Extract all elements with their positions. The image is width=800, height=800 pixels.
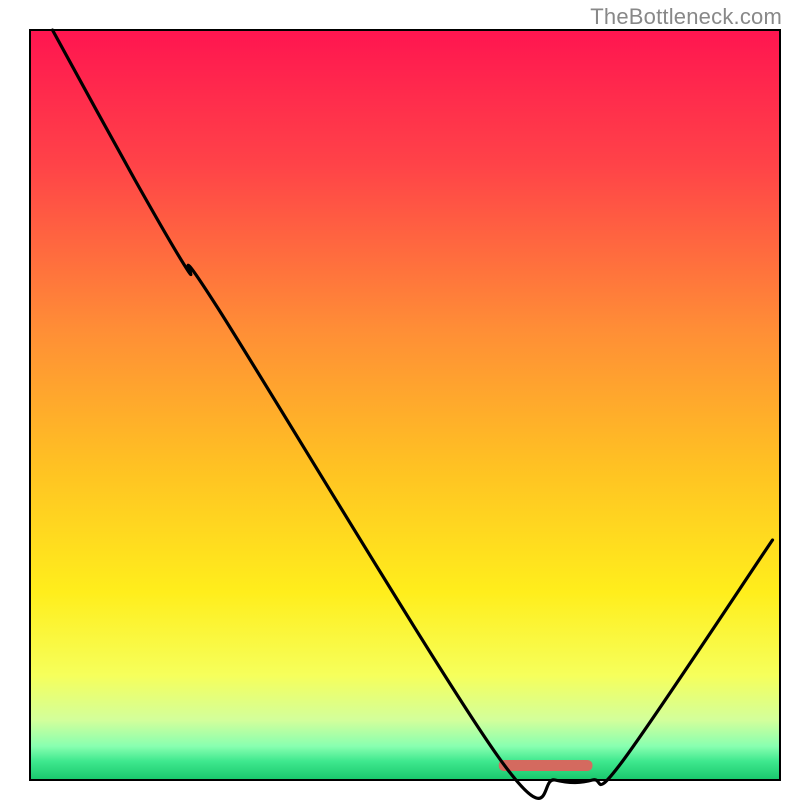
- bottleneck-chart: TheBottleneck.com: [0, 0, 800, 800]
- optimal-marker: [499, 760, 593, 771]
- chart-svg: [0, 0, 800, 800]
- plot-background: [30, 30, 780, 780]
- watermark-text: TheBottleneck.com: [590, 4, 782, 30]
